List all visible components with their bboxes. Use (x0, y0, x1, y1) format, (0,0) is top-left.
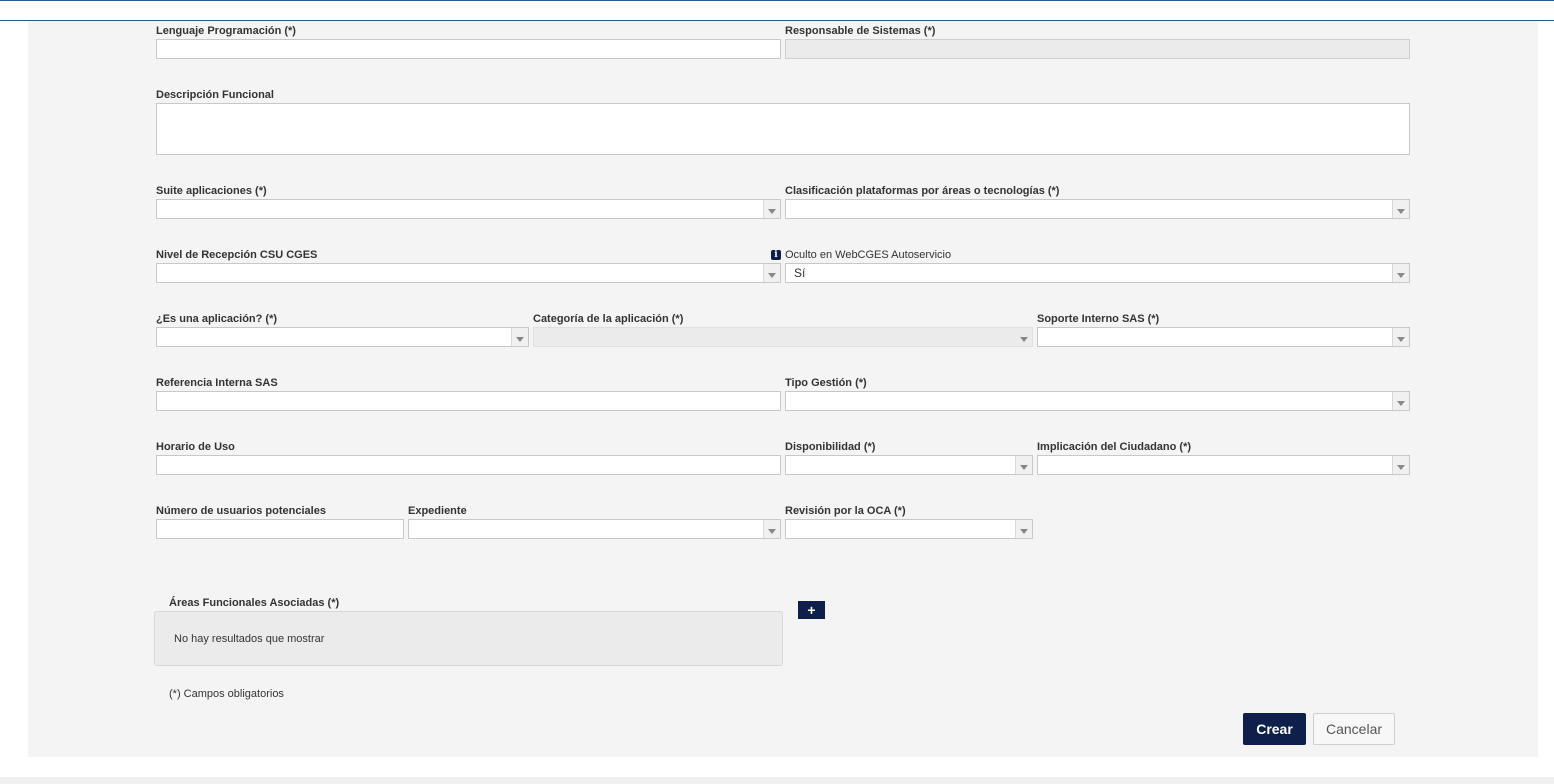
categoria-select (533, 327, 1033, 347)
bottom-strip (0, 777, 1554, 784)
suite-label: Suite aplicaciones (*) (156, 185, 267, 197)
revision-select[interactable] (785, 519, 1033, 539)
soporte-select[interactable] (1037, 327, 1410, 347)
areas-label: Áreas Funcionales Asociadas (*) (169, 597, 340, 609)
chevron-down-icon[interactable] (1392, 200, 1409, 218)
clasificacion-label: Clasificación plataformas por áreas o te… (785, 185, 1060, 197)
revision-label: Revisión por la OCA (*) (785, 505, 906, 517)
nivel-select[interactable] (156, 263, 781, 283)
oculto-value: Sí (794, 266, 806, 280)
lenguaje-label: Lenguaje Programación (*) (156, 25, 296, 37)
chevron-down-icon[interactable] (763, 264, 780, 282)
implicacion-label: Implicación del Ciudadano (*) (1037, 441, 1192, 453)
top-rule (0, 0, 1554, 1)
nivel-label: Nivel de Recepción CSU CGES (156, 249, 318, 261)
chevron-down-icon[interactable] (1015, 456, 1032, 474)
chevron-down-icon (1016, 328, 1032, 346)
num-usuarios-label: Número de usuarios potenciales (156, 505, 326, 517)
num-usuarios-input[interactable] (156, 519, 404, 539)
referencia-label: Referencia Interna SAS (156, 377, 278, 389)
oculto-label: Oculto en WebCGES Autoservicio (785, 249, 952, 261)
chevron-down-icon[interactable] (763, 200, 780, 218)
chevron-down-icon[interactable] (511, 328, 528, 346)
chevron-down-icon[interactable] (1392, 328, 1409, 346)
chevron-down-icon[interactable] (1392, 456, 1409, 474)
es-aplicacion-select[interactable] (156, 327, 529, 347)
responsable-input (785, 39, 1410, 59)
expediente-label: Expediente (408, 505, 467, 517)
clasificacion-select[interactable] (785, 199, 1410, 219)
responsable-label: Responsable de Sistemas (*) (785, 25, 936, 37)
horario-input[interactable] (156, 455, 781, 475)
cancelar-button[interactable]: Cancelar (1313, 713, 1395, 745)
horario-label: Horario de Uso (156, 441, 235, 453)
suite-select[interactable] (156, 199, 781, 219)
crear-button[interactable]: Crear (1243, 713, 1306, 745)
es-aplicacion-label: ¿Es una aplicación? (*) (156, 313, 278, 325)
tipo-gestion-select[interactable] (785, 391, 1410, 411)
chevron-down-icon[interactable] (1392, 264, 1409, 282)
empty-message: No hay resultados que mostrar (174, 633, 325, 645)
chevron-down-icon[interactable] (1015, 520, 1032, 538)
expediente-select[interactable] (408, 519, 781, 539)
tipo-gestion-label: Tipo Gestión (*) (785, 377, 867, 389)
required-note: (*) Campos obligatorios (169, 688, 284, 700)
disponibilidad-select[interactable] (785, 455, 1033, 475)
descripcion-label: Descripción Funcional (156, 89, 274, 101)
areas-results-box: No hay resultados que mostrar (154, 611, 783, 666)
chevron-down-icon[interactable] (1392, 392, 1409, 410)
referencia-input[interactable] (156, 391, 781, 411)
categoria-label: Categoría de la aplicación (*) (533, 313, 684, 325)
chevron-down-icon[interactable] (763, 520, 780, 538)
disponibilidad-label: Disponibilidad (*) (785, 441, 876, 453)
descripcion-textarea[interactable] (156, 103, 1410, 155)
oculto-select[interactable]: Sí (785, 263, 1410, 283)
soporte-label: Soporte Interno SAS (*) (1037, 313, 1160, 325)
implicacion-select[interactable] (1037, 455, 1410, 475)
add-area-button[interactable]: + (798, 601, 825, 619)
info-icon[interactable]: i (771, 250, 781, 260)
lenguaje-input[interactable] (156, 39, 781, 59)
